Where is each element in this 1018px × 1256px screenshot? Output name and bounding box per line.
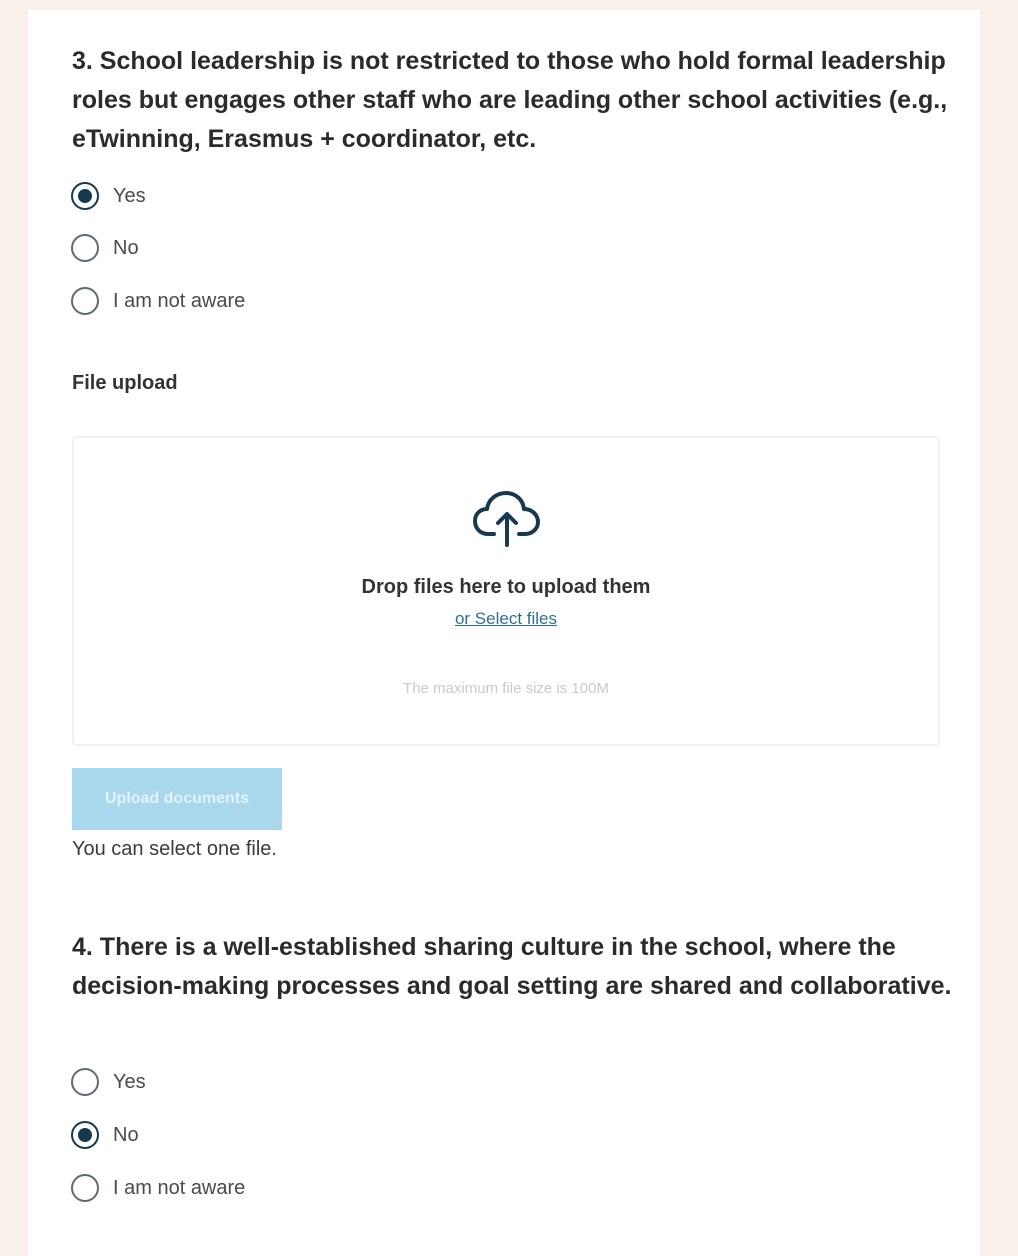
q4-option-yes-label: Yes <box>113 1070 146 1093</box>
q3-option-no-label: No <box>113 236 139 259</box>
file-upload-label: File upload <box>72 372 178 394</box>
file-dropzone[interactable]: Drop files here to upload them or Select… <box>72 436 940 746</box>
select-files-link[interactable]: or Select files <box>74 609 938 629</box>
q3-radio-yes[interactable] <box>71 182 99 210</box>
q3-radio-not-aware[interactable] <box>71 287 99 315</box>
q4-radio-yes[interactable] <box>71 1068 99 1096</box>
q4-option-no-label: No <box>113 1123 139 1146</box>
cloud-upload-icon <box>473 491 540 547</box>
q4-option-yes[interactable]: Yes <box>71 1067 146 1097</box>
max-file-size-text: The maximum file size is 100M <box>403 680 609 697</box>
q3-option-yes[interactable]: Yes <box>71 181 146 211</box>
q3-option-not-aware-label: I am not aware <box>113 289 246 312</box>
upload-hint-text: You can select one file. <box>72 838 277 860</box>
survey-page: 3. School leadership is not restricted t… <box>28 10 980 1256</box>
upload-documents-button[interactable]: Upload documents <box>72 768 282 830</box>
q4-radio-not-aware[interactable] <box>71 1174 99 1202</box>
q4-radio-no[interactable] <box>71 1121 99 1149</box>
q4-option-not-aware-label: I am not aware <box>113 1176 246 1199</box>
q3-option-yes-label: Yes <box>113 184 146 207</box>
q4-option-no[interactable]: No <box>71 1120 139 1150</box>
q3-option-not-aware[interactable]: I am not aware <box>71 286 245 316</box>
q4-option-not-aware[interactable]: I am not aware <box>71 1173 245 1203</box>
drop-files-text: Drop files here to upload them <box>361 576 651 598</box>
question-3-title: 3. School leadership is not restricted t… <box>72 47 948 153</box>
question-4-title: 4. There is a well-established sharing c… <box>72 933 952 1000</box>
q3-radio-no[interactable] <box>71 234 99 262</box>
q3-option-no[interactable]: No <box>71 233 139 263</box>
